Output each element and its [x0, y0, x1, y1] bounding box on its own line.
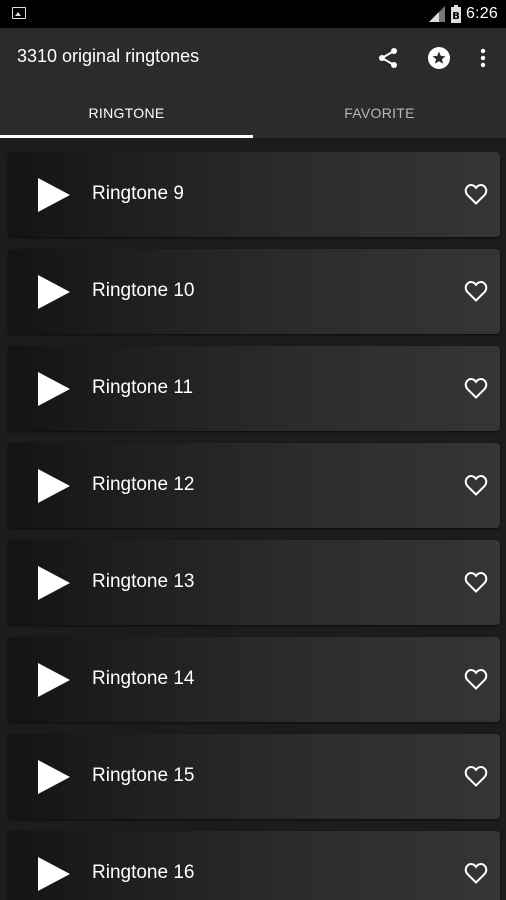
- play-icon[interactable]: [36, 467, 72, 505]
- play-icon[interactable]: [36, 370, 72, 408]
- app-title: 3310 original ringtones: [17, 46, 200, 66]
- ringtone-item-12[interactable]: Ringtone 12: [8, 443, 500, 528]
- favorite-heart-icon[interactable]: [464, 862, 488, 884]
- play-icon[interactable]: [36, 176, 72, 214]
- ringtone-label: Ringtone 13: [92, 571, 195, 592]
- play-icon[interactable]: [36, 855, 72, 893]
- share-button[interactable]: [372, 42, 404, 74]
- ringtone-label: Ringtone 11: [92, 377, 194, 398]
- more-options-button[interactable]: [467, 42, 499, 74]
- tab-favorite[interactable]: FAVORITE: [253, 88, 506, 138]
- ringtone-item-15[interactable]: Ringtone 15: [8, 734, 500, 819]
- app-bar: 3310 original ringtones: [0, 28, 506, 88]
- tab-bar: RINGTONE FAVORITE: [0, 88, 506, 138]
- more-vert-icon: [480, 48, 486, 68]
- play-icon[interactable]: [36, 273, 72, 311]
- status-icons: B 6:26: [428, 3, 498, 25]
- ringtone-item-11[interactable]: Ringtone 11: [8, 346, 500, 431]
- ringtone-label: Ringtone 15: [92, 765, 195, 786]
- favorite-heart-icon[interactable]: [464, 668, 488, 690]
- rate-button[interactable]: [423, 42, 455, 74]
- ringtone-item-10[interactable]: Ringtone 10: [8, 249, 500, 334]
- status-time: 6:26: [466, 5, 498, 22]
- battery-icon: B: [451, 5, 462, 23]
- ringtone-label: Ringtone 9: [92, 183, 184, 204]
- ringtone-list[interactable]: Ringtone 9 Ringtone 10 Ringtone 11 Ringt…: [0, 138, 506, 900]
- ringtone-item-13[interactable]: Ringtone 13: [8, 540, 500, 625]
- status-bar: B 6:26: [0, 0, 506, 28]
- ringtone-label: Ringtone 14: [92, 668, 195, 689]
- ringtone-item-14[interactable]: Ringtone 14: [8, 637, 500, 722]
- battery-label: B: [452, 11, 460, 22]
- favorite-heart-icon[interactable]: [464, 183, 488, 205]
- ringtone-label: Ringtone 16: [92, 862, 195, 883]
- play-icon[interactable]: [36, 564, 72, 602]
- ringtone-item-16[interactable]: Ringtone 16: [8, 831, 500, 900]
- favorite-heart-icon[interactable]: [464, 474, 488, 496]
- ringtone-label: Ringtone 10: [92, 280, 195, 301]
- favorite-heart-icon[interactable]: [464, 571, 488, 593]
- ringtone-item-9[interactable]: Ringtone 9: [8, 152, 500, 237]
- favorite-heart-icon[interactable]: [464, 765, 488, 787]
- play-icon[interactable]: [36, 661, 72, 699]
- rate-star-icon: [428, 47, 450, 69]
- favorite-heart-icon[interactable]: [464, 280, 488, 302]
- share-icon: [379, 48, 397, 68]
- tab-ringtone[interactable]: RINGTONE: [0, 88, 253, 138]
- image-notification-icon: [12, 7, 26, 19]
- favorite-heart-icon[interactable]: [464, 377, 488, 399]
- signal-icon: [429, 6, 446, 22]
- ringtone-label: Ringtone 12: [92, 474, 195, 495]
- play-icon[interactable]: [36, 758, 72, 796]
